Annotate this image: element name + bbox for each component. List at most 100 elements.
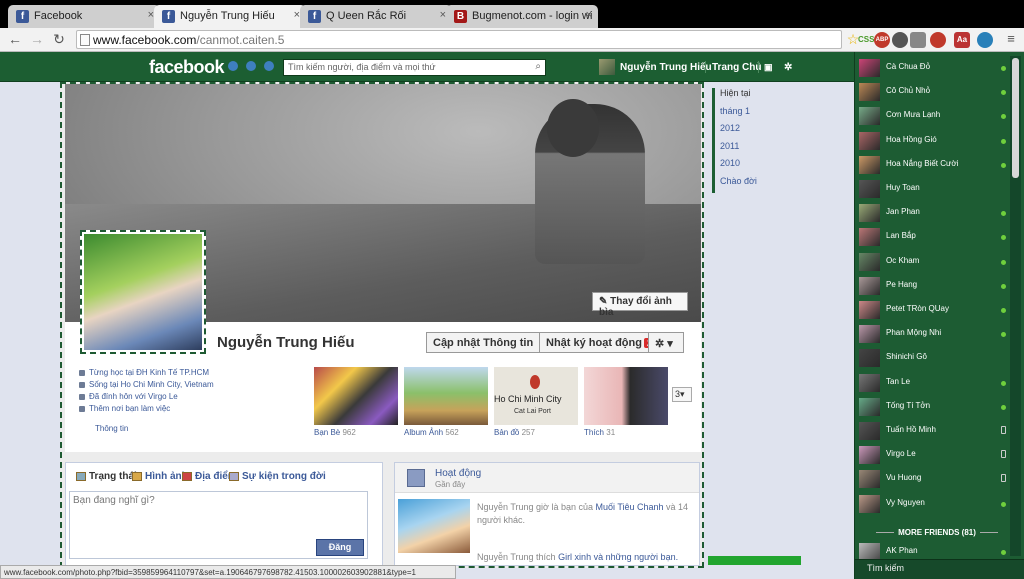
chat-friend[interactable]: Shinichi Gô	[855, 346, 1007, 370]
scrollbar-thumb[interactable]	[1012, 58, 1019, 178]
post-button[interactable]: Đăng	[316, 539, 364, 556]
chat-scrollbar[interactable]	[1010, 56, 1021, 556]
activity-item: Nguyễn Trung giờ là bạn của Muối Tiêu Ch…	[477, 501, 695, 527]
tile-count: 31	[606, 428, 616, 437]
online-indicator-icon	[1001, 283, 1006, 289]
online-indicator-icon	[1001, 259, 1006, 265]
avatar	[859, 107, 880, 126]
avatar[interactable]	[599, 59, 615, 75]
timeline-item[interactable]: 2010	[720, 158, 772, 176]
chat-friend[interactable]: Jan Phan	[855, 201, 1007, 225]
find-friends-icon[interactable]: ▣	[764, 62, 773, 73]
browser-tab[interactable]: B Bugmenot.com - login wi ×	[446, 5, 598, 28]
extension-icon[interactable]	[892, 32, 908, 48]
more-tiles-dropdown[interactable]: 3▾	[672, 387, 692, 402]
browser-tab[interactable]: f Facebook ×	[8, 5, 160, 28]
forward-icon[interactable]: →	[28, 30, 46, 48]
map-tile[interactable]: Ho Chi Minh City Cat Lai Port	[494, 367, 578, 425]
chat-friend[interactable]: Tan Le	[855, 371, 1007, 395]
extension-icon[interactable]: Aa	[954, 32, 970, 48]
avatar	[859, 252, 880, 271]
about-relationship[interactable]: Đã đính hôn với Virgo Le	[77, 392, 307, 403]
activity-log-button[interactable]: Nhật ký hoạt động2	[539, 332, 662, 353]
chat-friend[interactable]: Hoa Hồng Gió	[855, 129, 1007, 153]
chat-friend[interactable]: Hoa Nắng Biết Cười	[855, 153, 1007, 177]
timeline-item[interactable]: tháng 1	[720, 106, 772, 124]
home-link[interactable]: Trang Chủ	[712, 62, 761, 73]
chat-friend[interactable]: Cô Chủ Nhỏ	[855, 80, 1007, 104]
profile-link[interactable]: Nguyễn Trung Hiếu	[620, 62, 712, 73]
online-indicator-icon	[1001, 66, 1006, 71]
facebook-logo[interactable]: facebook	[149, 57, 225, 78]
about-work[interactable]: Thêm nơi bạn làm việc	[77, 404, 307, 415]
tab-status[interactable]: Trạng thái	[76, 471, 137, 482]
change-cover-button[interactable]: ✎ Thay đổi ảnh bìa	[592, 292, 688, 318]
back-icon[interactable]: ←	[6, 30, 24, 48]
chat-friend[interactable]: Pe Hang	[855, 274, 1007, 298]
tab-photo[interactable]: Hình ảnh	[132, 471, 188, 482]
page-title[interactable]: Nguyễn Trung Hiếu	[217, 334, 355, 351]
place-icon	[182, 472, 192, 481]
friend-requests-icon[interactable]	[228, 61, 238, 71]
chat-friend[interactable]: Vy Nguyen	[855, 492, 1007, 516]
gear-icon[interactable]: ✲	[784, 62, 792, 73]
chat-friend[interactable]: Cơn Mưa Lạnh	[855, 104, 1007, 128]
menu-icon[interactable]: ≡	[1002, 30, 1020, 48]
adblock-extension-icon[interactable]: ABP	[874, 32, 890, 48]
chat-friend-name: Cà Chua Đỏ	[886, 62, 931, 71]
map-tile-label[interactable]: Bản đồ 257	[494, 428, 535, 437]
chat-friend[interactable]: Virgo Le	[855, 443, 1007, 467]
profile-picture[interactable]	[80, 230, 206, 354]
settings-dropdown-button[interactable]: ✲ ▾	[648, 332, 684, 353]
activity-link[interactable]: Muối Tiêu Chanh	[595, 502, 663, 512]
chat-search-input[interactable]: Tìm kiếm	[855, 559, 1024, 579]
activity-title[interactable]: Hoạt động	[435, 468, 481, 479]
chat-friend[interactable]: Phan Mộng Nhi	[855, 322, 1007, 346]
chat-friend[interactable]: Lan Bắp	[855, 225, 1007, 249]
activity-link[interactable]: Girl xinh và những người bạn.	[558, 552, 678, 562]
reload-icon[interactable]: ↻	[50, 30, 68, 48]
avatar	[859, 155, 880, 174]
css-extension-icon[interactable]: CSS	[858, 35, 874, 44]
timeline-item[interactable]: 2011	[720, 141, 772, 159]
chat-friend-name: Hoa Hồng Gió	[886, 134, 937, 144]
likes-tile[interactable]	[584, 367, 668, 425]
timeline-item[interactable]: Hiện tại	[720, 88, 772, 106]
close-tab-icon[interactable]: ×	[586, 9, 592, 21]
chat-friend[interactable]: Cà Chua Đỏ	[855, 56, 1007, 80]
search-icon[interactable]: ⌕	[535, 61, 541, 72]
search-input[interactable]: Tìm kiếm người, địa điểm và mọi thứ ⌕	[283, 59, 546, 76]
briefcase-icon	[79, 406, 85, 412]
map-pin-icon	[530, 375, 540, 389]
chat-friend[interactable]: Tuấn Hồ Minh	[855, 419, 1007, 443]
address-bar[interactable]: www.facebook.com/canmot.caiten.5	[76, 30, 842, 49]
chat-friend[interactable]: Petet TRòn QUay	[855, 298, 1007, 322]
browser-tab-active[interactable]: f Nguyễn Trung Hiếu ×	[154, 5, 306, 28]
messages-icon[interactable]	[246, 61, 256, 71]
chat-friend[interactable]: Oc Kham	[855, 250, 1007, 274]
chat-friend-name: AK Phan	[886, 546, 918, 555]
friends-tile[interactable]	[314, 367, 398, 425]
about-location[interactable]: Sống tại Ho Chi Minh City, Vietnam	[77, 380, 307, 391]
photos-tile-label[interactable]: Album Ảnh 562	[404, 428, 459, 437]
about-link[interactable]: Thông tin	[95, 424, 128, 433]
extension-icon[interactable]	[977, 32, 993, 48]
online-indicator-icon	[1001, 90, 1006, 96]
chat-friend[interactable]: Vu Huong	[855, 467, 1007, 491]
tab-life-event[interactable]: Sự kiện trong đời	[229, 471, 326, 482]
notifications-icon[interactable]	[264, 61, 274, 71]
timeline-item[interactable]: 2012	[720, 123, 772, 141]
friends-tile-label[interactable]: Bạn Bè 962	[314, 428, 356, 437]
about-education[interactable]: Từng học tại ĐH Kinh Tế TP.HCM	[77, 368, 307, 379]
activity-thumbnail[interactable]	[398, 499, 470, 553]
browser-tab[interactable]: f Q Ueen Rắc Rối ×	[300, 5, 452, 28]
chat-friend[interactable]: Tống Tí Tởn	[855, 395, 1007, 419]
photos-tile[interactable]	[404, 367, 488, 425]
update-info-button[interactable]: Cập nhật Thông tin	[426, 332, 541, 353]
extension-icon[interactable]	[910, 32, 926, 48]
extension-icon[interactable]	[930, 32, 946, 48]
facebook-favicon-icon: f	[162, 10, 175, 23]
likes-tile-label[interactable]: Thích 31	[584, 428, 615, 437]
timeline-item[interactable]: Chào đời	[720, 176, 772, 194]
chat-friend[interactable]: Huy Toan	[855, 177, 1007, 201]
